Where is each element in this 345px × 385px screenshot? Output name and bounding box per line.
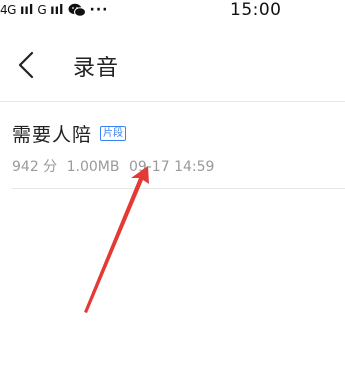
wechat-icon: [68, 3, 86, 17]
screen: 4G ııl G ııl ··· 15:00 录音 需要人陪 片段 942 分 …: [0, 0, 345, 385]
status-bar: 4G ııl G ııl ··· 15:00: [0, 0, 345, 22]
signal-bars-2-icon: ııl: [50, 2, 64, 18]
recording-duration: 942 分: [12, 159, 58, 175]
chevron-left-icon: [18, 51, 34, 79]
divider: [12, 188, 345, 189]
recording-list-item[interactable]: 需要人陪 片段 942 分 1.00MB 09-17 14:59: [0, 102, 345, 188]
signal-bars-1-icon: ııl: [19, 2, 34, 18]
network-type-1: 4G: [0, 3, 16, 17]
back-button[interactable]: [14, 50, 40, 80]
segment-badge: 片段: [100, 126, 127, 141]
recording-title: 需要人陪: [12, 124, 93, 146]
status-time: 15:00: [230, 0, 282, 20]
page-title: 录音: [73, 56, 120, 81]
recording-size: 1.00MB: [66, 159, 120, 175]
more-notifications-icon: ···: [89, 2, 109, 18]
network-type-2: G: [37, 3, 47, 17]
recording-datetime: 09-17 14:59: [128, 159, 215, 175]
status-left: 4G ııl G ııl ···: [0, 2, 108, 18]
recording-meta: 942 分 1.00MB 09-17 14:59: [12, 156, 219, 176]
recording-title-row: 需要人陪 片段: [12, 120, 127, 147]
nav-bar: 录音: [0, 40, 345, 92]
